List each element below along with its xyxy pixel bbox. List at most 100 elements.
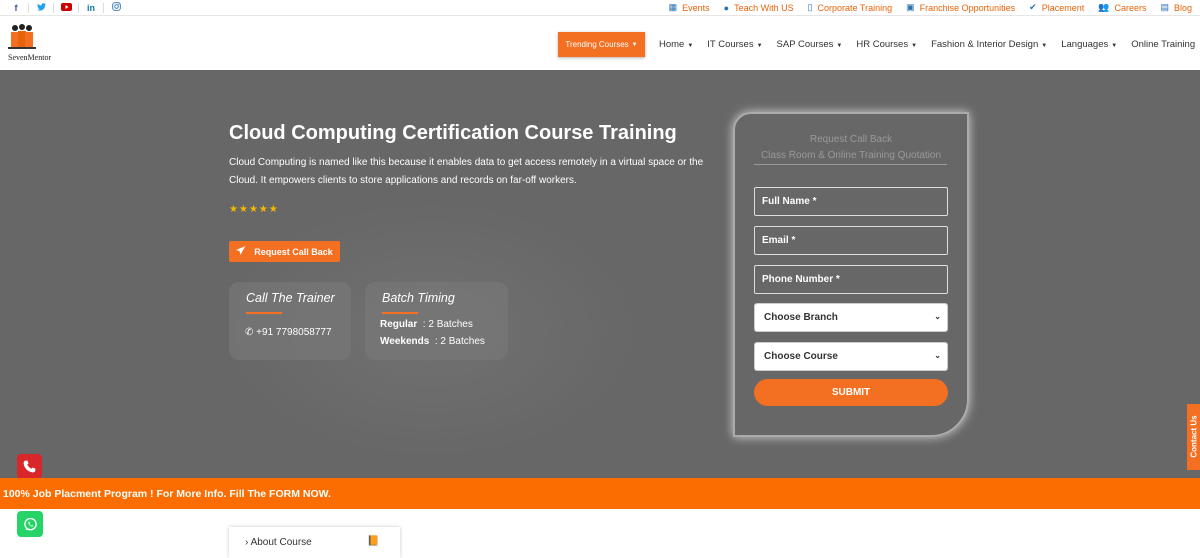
branch-select-value: Choose Branch [764,312,838,323]
trending-label: Trending Courses [565,40,629,49]
star-icon: ★ [248,204,259,215]
form-heading: Request Call Back [809,134,893,145]
star-icon: ★ [258,204,269,215]
nav-item-label: HR Courses [856,39,909,50]
enquiry-form: Request Call Back Class Room & Online Tr… [733,112,969,437]
top-link-teach[interactable]: ● Teach With US [724,2,794,13]
nav-item-home[interactable]: Home ▼ [659,39,693,50]
top-links: ▦ Events ● Teach With US ▯ Corporate Tra… [655,2,1192,13]
hero-section: Cloud Computing Certification Course Tra… [0,70,1200,478]
top-link-label: Franchise Opportunities [919,2,1016,13]
placement-banner[interactable]: 100% Job Placment Program ! For More Inf… [0,478,1200,509]
page-title: Cloud Computing Certification Course Tra… [229,122,677,144]
youtube-play-icon [60,2,72,11]
heading-underline [246,312,282,314]
top-bar: f in ▦ Events ● Teach With US ▯ Corporat… [0,0,1200,16]
batch-timing-heading: Batch Timing [382,291,455,305]
about-course-tab[interactable]: › About Course 📙 [229,527,400,558]
nav-item-online-training[interactable]: Online Training [1131,39,1195,50]
facebook-icon[interactable]: f [4,3,28,13]
top-link-careers[interactable]: 👥 Careers [1098,2,1146,13]
batch-row-regular: Regular : 2 Batches [380,319,473,330]
contact-us-tab[interactable]: Contact Us [1187,404,1200,470]
paper-plane-icon [236,246,246,257]
nav-item-label: Languages [1061,39,1109,50]
top-link-label: Events [682,2,710,13]
nav-item-label: SAP Courses [776,39,834,50]
nav-item-label: Fashion & Interior Design [931,39,1039,50]
batch-row-weekends: Weekends : 2 Batches [380,336,485,347]
nav-item-fashion[interactable]: Fashion & Interior Design ▼ [931,39,1047,50]
whatsapp-icon [23,517,37,530]
nav-item-sap-courses[interactable]: SAP Courses ▼ [777,39,843,50]
course-select[interactable]: Choose Course ⌄ [754,342,948,371]
linkedin-icon[interactable]: in [79,3,103,13]
logo[interactable]: SevenMentor [6,23,58,63]
call-float-button[interactable] [17,454,42,479]
nav-item-it-courses[interactable]: IT Courses ▼ [707,39,762,50]
instagram-camera-icon [111,2,121,11]
phone-number-input[interactable]: Phone Number * [754,265,948,294]
submit-button[interactable]: SUBMIT [754,379,948,406]
chevron-down-icon: ▼ [1111,43,1118,49]
about-course-item: › About Course [245,537,312,548]
star-icon: ★ [238,204,249,215]
social-links: f in [4,2,128,13]
call-trainer-card: Call The Trainer ✆ +91 7798058777 [229,282,351,360]
batch-value: : 2 Batches [434,336,485,347]
top-link-label: Corporate Training [817,2,893,13]
top-link-label: Placement [1041,2,1085,13]
chevron-down-icon: ⌄ [934,351,941,360]
twitter-bird-icon [36,2,46,11]
top-link-label: Blog [1173,2,1192,13]
phone-icon [23,460,36,473]
chevron-down-icon: ▼ [911,43,918,49]
branch-select[interactable]: Choose Branch ⌄ [754,303,948,332]
star-icon: ★ [229,204,239,215]
course-description: Cloud Computing is named like this becau… [229,157,704,186]
top-link-franchise[interactable]: ▣ Franchise Opportunities [906,2,1015,13]
nav-menu: Home ▼ IT Courses ▼ SAP Courses ▼ HR Course… [652,39,1200,50]
youtube-icon[interactable] [54,2,78,13]
rating-stars: ★★★★★ [229,204,279,215]
book-icon: 📙 [367,536,380,547]
nav-item-label: Home [659,39,685,50]
about-course-label: About Course [250,537,312,548]
chevron-down-icon: ▼ [631,41,638,48]
top-link-events[interactable]: ▦ Events [669,2,710,13]
calendar-icon: ▦ [668,2,678,12]
email-input[interactable]: Email * [754,226,948,255]
badge-icon: ▣ [906,2,915,12]
instagram-icon[interactable] [104,2,128,13]
batch-timing-card: Batch Timing Regular : 2 Batches Weekend… [365,282,508,360]
trainer-phone[interactable]: ✆ +91 7798058777 [245,327,332,338]
nav-item-label: Online Training [1131,39,1196,50]
star-icon: ★ [268,204,279,215]
chevron-down-icon: ▼ [836,43,843,49]
chevron-right-icon: › [245,537,249,548]
top-link-corporate[interactable]: ▯ Corporate Training [808,2,893,13]
twitter-icon[interactable] [29,2,53,13]
top-link-label: Careers [1114,2,1147,13]
top-link-blog[interactable]: ▤ Blog [1160,2,1192,13]
batch-value: : 2 Batches [422,319,473,330]
chevron-down-icon: ⌄ [934,312,941,321]
call-trainer-heading: Call The Trainer [246,291,335,305]
form-subheading: Class Room & Online Training Quotation [760,150,942,161]
nav-item-hr-courses[interactable]: HR Courses ▼ [856,39,917,50]
user-icon: ● [723,2,730,13]
whatsapp-float-button[interactable] [17,511,43,537]
book-icon: ▤ [1160,2,1169,12]
nav-item-languages[interactable]: Languages ▼ [1061,39,1117,50]
full-name-input[interactable]: Full Name * [754,187,948,216]
request-call-back-button[interactable]: Request Call Back [229,241,340,262]
logo-figures-icon [8,24,36,49]
trending-courses-button[interactable]: Trending Courses ▼ [558,32,645,57]
top-link-label: Teach With US [734,2,794,13]
form-divider [754,164,947,165]
logo-text: SevenMentor [8,53,52,62]
heading-underline [382,312,418,314]
top-link-placement[interactable]: ✔ Placement [1029,2,1084,13]
trainer-phone-number: +91 7798058777 [256,327,332,338]
check-icon: ✔ [1029,2,1037,12]
